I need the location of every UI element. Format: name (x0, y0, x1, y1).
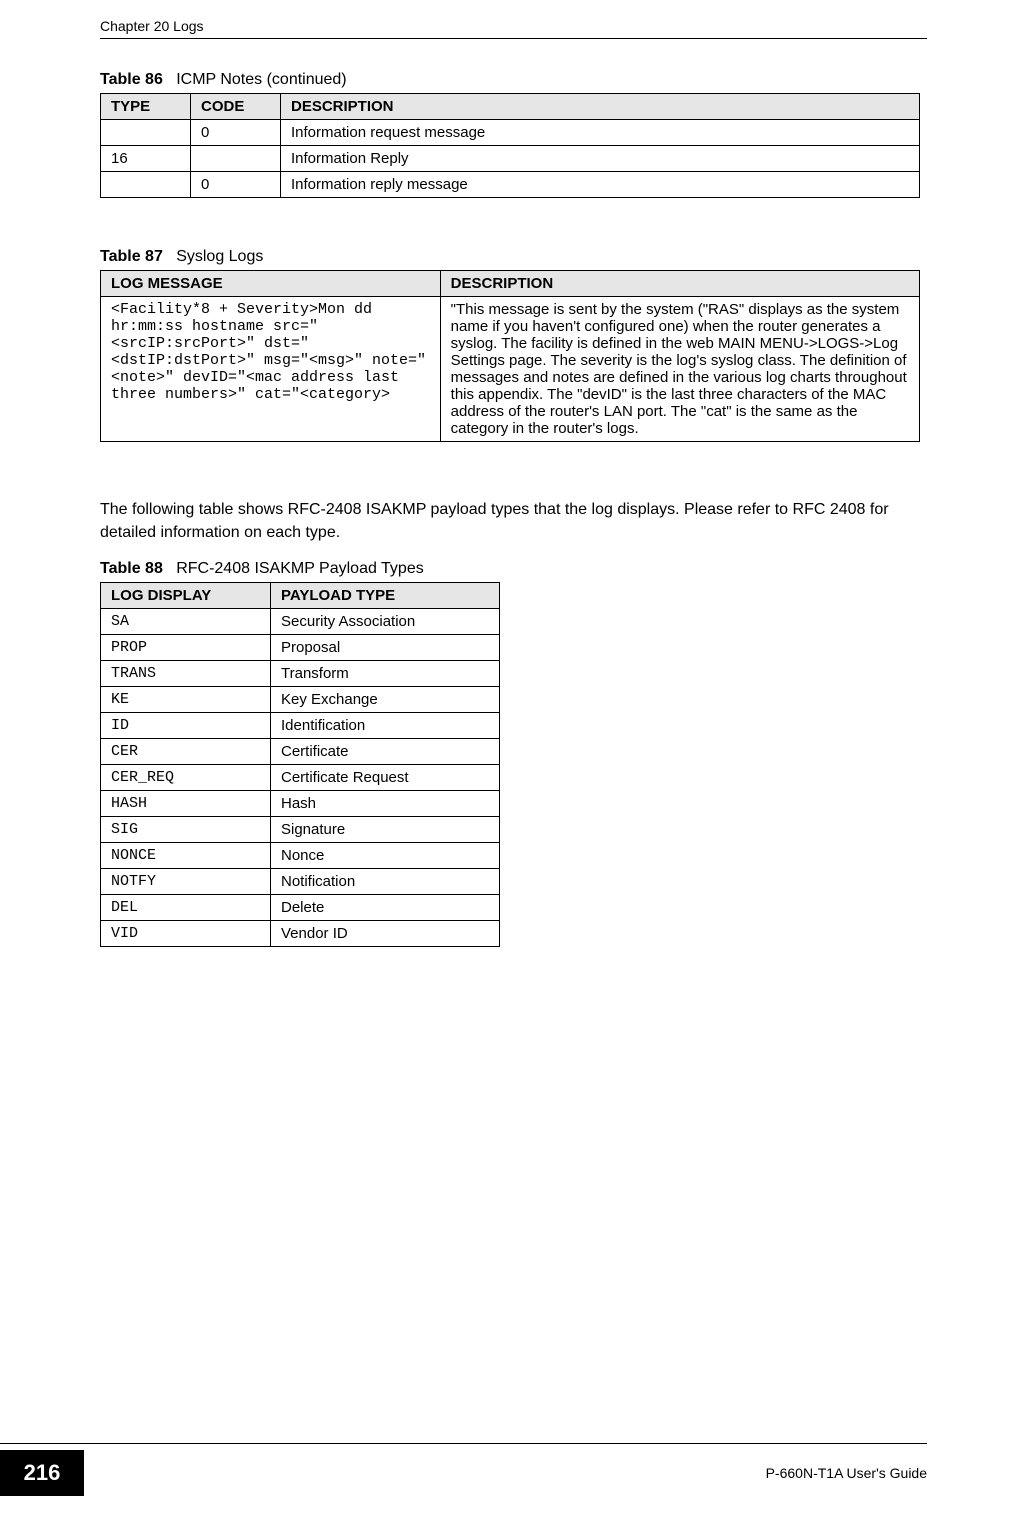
table-row: NOTFYNotification (101, 869, 500, 895)
table87-header-logmessage: LOG MESSAGE (101, 271, 441, 297)
table86-header-code: CODE (191, 94, 281, 120)
table-row: KEKey Exchange (101, 687, 500, 713)
table88-cell-payloadtype: Hash (271, 791, 500, 817)
table87-header-description: DESCRIPTION (440, 271, 919, 297)
table86-title: ICMP Notes (continued) (176, 71, 346, 88)
table88-title: RFC-2408 ISAKMP Payload Types (176, 560, 424, 577)
table-row: VIDVendor ID (101, 921, 500, 947)
table88-cell-logdisplay: CER_REQ (101, 765, 271, 791)
table-row: SIGSignature (101, 817, 500, 843)
table86-cell-code (191, 146, 281, 172)
page: Chapter 20 Logs Table 86 ICMP Notes (con… (0, 0, 1027, 1524)
table88-cell-logdisplay: KE (101, 687, 271, 713)
table88-header-logdisplay: LOG DISPLAY (101, 583, 271, 609)
table-row: PROPProposal (101, 635, 500, 661)
table88-cell-payloadtype: Vendor ID (271, 921, 500, 947)
table88-cell-logdisplay: VID (101, 921, 271, 947)
table86-cell-type (101, 172, 191, 198)
table86-cell-description: Information reply message (281, 172, 920, 198)
table86-cell-description: Information request message (281, 120, 920, 146)
table88-cell-logdisplay: ID (101, 713, 271, 739)
table88-caption: Table 88 RFC-2408 ISAKMP Payload Types (100, 560, 927, 578)
table86-cell-type (101, 120, 191, 146)
table-row: SASecurity Association (101, 609, 500, 635)
table88-header-row: LOG DISPLAY PAYLOAD TYPE (101, 583, 500, 609)
table87-label: Table 87 (100, 248, 163, 265)
table88-cell-logdisplay: NOTFY (101, 869, 271, 895)
table88-cell-payloadtype: Key Exchange (271, 687, 500, 713)
table88-cell-logdisplay: NONCE (101, 843, 271, 869)
table88-cell-payloadtype: Security Association (271, 609, 500, 635)
book-title: P-660N-T1A User's Guide (766, 1465, 927, 1481)
table86-cell-code: 0 (191, 120, 281, 146)
table88-cell-payloadtype: Nonce (271, 843, 500, 869)
table87: LOG MESSAGE DESCRIPTION <Facility*8 + Se… (100, 270, 920, 442)
footer-rule (0, 1443, 927, 1444)
table88-cell-payloadtype: Certificate Request (271, 765, 500, 791)
table-row: NONCENonce (101, 843, 500, 869)
table87-logmessage-cell: <Facility*8 + Severity>Mon dd hr:mm:ss h… (101, 297, 441, 442)
table88-cell-logdisplay: SA (101, 609, 271, 635)
table-row: HASHHash (101, 791, 500, 817)
table-row: 0Information reply message (101, 172, 920, 198)
table88-cell-payloadtype: Certificate (271, 739, 500, 765)
table88-cell-payloadtype: Signature (271, 817, 500, 843)
header-rule (100, 38, 927, 39)
table87-row: <Facility*8 + Severity>Mon dd hr:mm:ss h… (101, 297, 920, 442)
table88: LOG DISPLAY PAYLOAD TYPE SASecurity Asso… (100, 582, 500, 947)
table-row: DELDelete (101, 895, 500, 921)
body-paragraph: The following table shows RFC-2408 ISAKM… (100, 498, 927, 544)
table88-header-payloadtype: PAYLOAD TYPE (271, 583, 500, 609)
page-number: 216 (0, 1450, 84, 1496)
chapter-label: Chapter 20 Logs (100, 18, 204, 34)
table86-cell-code: 0 (191, 172, 281, 198)
table87-caption: Table 87 Syslog Logs (100, 248, 927, 266)
table-row: IDIdentification (101, 713, 500, 739)
table88-cell-payloadtype: Notification (271, 869, 500, 895)
table86-cell-description: Information Reply (281, 146, 920, 172)
table87-header-row: LOG MESSAGE DESCRIPTION (101, 271, 920, 297)
table88-cell-logdisplay: CER (101, 739, 271, 765)
table88-cell-payloadtype: Transform (271, 661, 500, 687)
table88-cell-logdisplay: SIG (101, 817, 271, 843)
table88-cell-logdisplay: PROP (101, 635, 271, 661)
table86-cell-type: 16 (101, 146, 191, 172)
table88-cell-payloadtype: Delete (271, 895, 500, 921)
table-row: CER_REQCertificate Request (101, 765, 500, 791)
table-row: 0Information request message (101, 120, 920, 146)
table88-cell-logdisplay: TRANS (101, 661, 271, 687)
table86: TYPE CODE DESCRIPTION 0Information reque… (100, 93, 920, 198)
table88-label: Table 88 (100, 560, 163, 577)
table86-header-row: TYPE CODE DESCRIPTION (101, 94, 920, 120)
table86-label: Table 86 (100, 71, 163, 88)
footer-row: 216 P-660N-T1A User's Guide (0, 1450, 927, 1496)
table88-cell-logdisplay: DEL (101, 895, 271, 921)
table86-caption: Table 86 ICMP Notes (continued) (100, 71, 927, 89)
page-footer: 216 P-660N-T1A User's Guide (0, 1443, 1027, 1496)
table86-header-description: DESCRIPTION (281, 94, 920, 120)
table88-cell-payloadtype: Proposal (271, 635, 500, 661)
table-row: 16 Information Reply (101, 146, 920, 172)
table88-cell-payloadtype: Identification (271, 713, 500, 739)
table-row: CERCertificate (101, 739, 500, 765)
running-header: Chapter 20 Logs (100, 18, 927, 38)
table86-header-type: TYPE (101, 94, 191, 120)
table-row: TRANSTransform (101, 661, 500, 687)
table87-description-cell: "This message is sent by the system ("RA… (440, 297, 919, 442)
table87-title: Syslog Logs (176, 248, 263, 265)
table88-cell-logdisplay: HASH (101, 791, 271, 817)
